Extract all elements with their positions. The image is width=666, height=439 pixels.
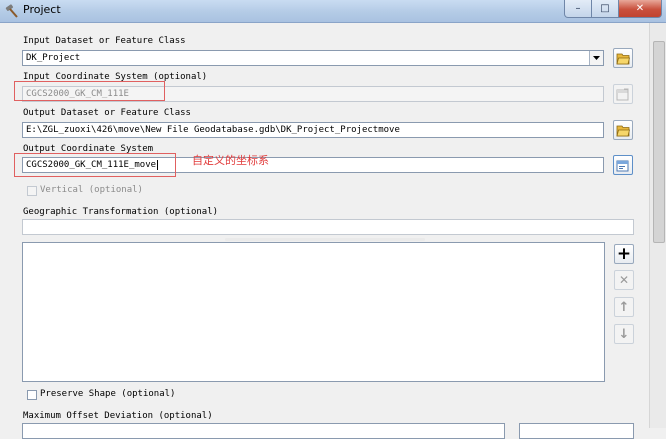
vertical-scrollbar[interactable] xyxy=(649,23,666,428)
output-cs-properties-button[interactable] xyxy=(613,155,633,175)
folder-open-icon xyxy=(615,125,630,136)
geo-transform-label: Geographic Transformation (optional) xyxy=(23,207,219,217)
arrow-up-icon: ↑ xyxy=(618,299,630,315)
folder-open-icon xyxy=(615,53,630,64)
input-dataset-dropdown[interactable]: DK_Project xyxy=(22,50,604,66)
blurred-watermark xyxy=(225,238,425,241)
annotation-custom-cs: 自定义的坐标系 xyxy=(192,154,269,167)
output-dataset-label: Output Dataset or Feature Class xyxy=(23,108,191,118)
input-cs-properties-button xyxy=(613,84,633,104)
plus-icon: + xyxy=(616,243,632,264)
highlight-box-input-cs xyxy=(14,81,165,101)
move-down-button: ↓ xyxy=(614,324,634,344)
scrollbar-thumb[interactable] xyxy=(653,41,665,243)
output-dataset-value: E:\ZGL_zuoxi\426\move\New File Geodataba… xyxy=(26,125,400,135)
close-button[interactable]: ✕ xyxy=(618,0,662,18)
window-controls: – □ ✕ xyxy=(564,0,662,18)
browse-output-button[interactable] xyxy=(613,120,633,140)
window-title: Project xyxy=(23,3,61,16)
remove-x-icon: ✕ xyxy=(618,273,630,287)
minimize-button[interactable]: – xyxy=(564,0,592,18)
properties-icon xyxy=(616,160,629,171)
browse-input-button[interactable] xyxy=(613,48,633,68)
remove-transformation-button: ✕ xyxy=(614,270,634,290)
arrow-down-icon: ↓ xyxy=(618,326,630,342)
input-dataset-value: DK_Project xyxy=(26,53,81,63)
output-dataset-input[interactable]: E:\ZGL_zuoxi\426\move\New File Geodataba… xyxy=(22,122,604,138)
add-transformation-button[interactable]: + xyxy=(614,244,634,264)
vertical-label: Vertical (optional) xyxy=(40,185,143,195)
max-offset-label: Maximum Offset Deviation (optional) xyxy=(23,411,213,421)
max-offset-input[interactable] xyxy=(22,423,505,439)
properties-icon xyxy=(616,88,629,100)
input-dataset-label: Input Dataset or Feature Class xyxy=(23,36,186,46)
geo-transform-dropdown[interactable] xyxy=(22,219,634,235)
max-offset-unit-dropdown[interactable] xyxy=(519,423,634,439)
move-up-button: ↑ xyxy=(614,297,634,317)
preserve-shape-checkbox[interactable] xyxy=(27,390,37,400)
vertical-checkbox xyxy=(27,186,37,196)
hammer-icon xyxy=(5,4,18,18)
title-bar: Project – □ ✕ xyxy=(0,0,666,23)
maximize-button[interactable]: □ xyxy=(591,0,619,18)
preserve-shape-label: Preserve Shape (optional) xyxy=(40,389,176,399)
chevron-down-icon[interactable] xyxy=(589,51,603,65)
highlight-box-output-cs xyxy=(14,153,176,177)
geo-transform-list[interactable] xyxy=(22,242,605,382)
